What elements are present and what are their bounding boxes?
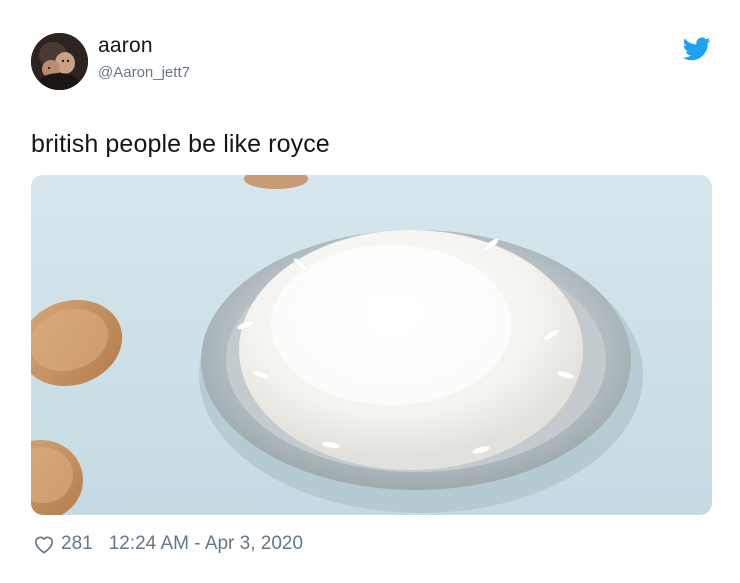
heart-icon[interactable] [33,534,55,554]
avatar-image [31,33,88,90]
tweet-card: aaron @Aaron_jett7 british people be lik… [0,0,740,583]
tweet-text: british people be like royce [31,130,330,158]
tweet-media-image[interactable] [31,175,712,515]
rice-plate-photo-icon [31,175,712,515]
tweet-timestamp[interactable]: 12:24 AM - Apr 3, 2020 [109,533,303,555]
avatar[interactable] [31,33,88,90]
tweet-footer: 281 12:24 AM - Apr 3, 2020 [33,530,303,558]
like-count[interactable]: 281 [61,533,93,555]
author-display-name[interactable]: aaron [98,34,153,58]
author-handle[interactable]: @Aaron_jett7 [98,64,190,81]
twitter-bird-icon[interactable] [683,37,711,61]
